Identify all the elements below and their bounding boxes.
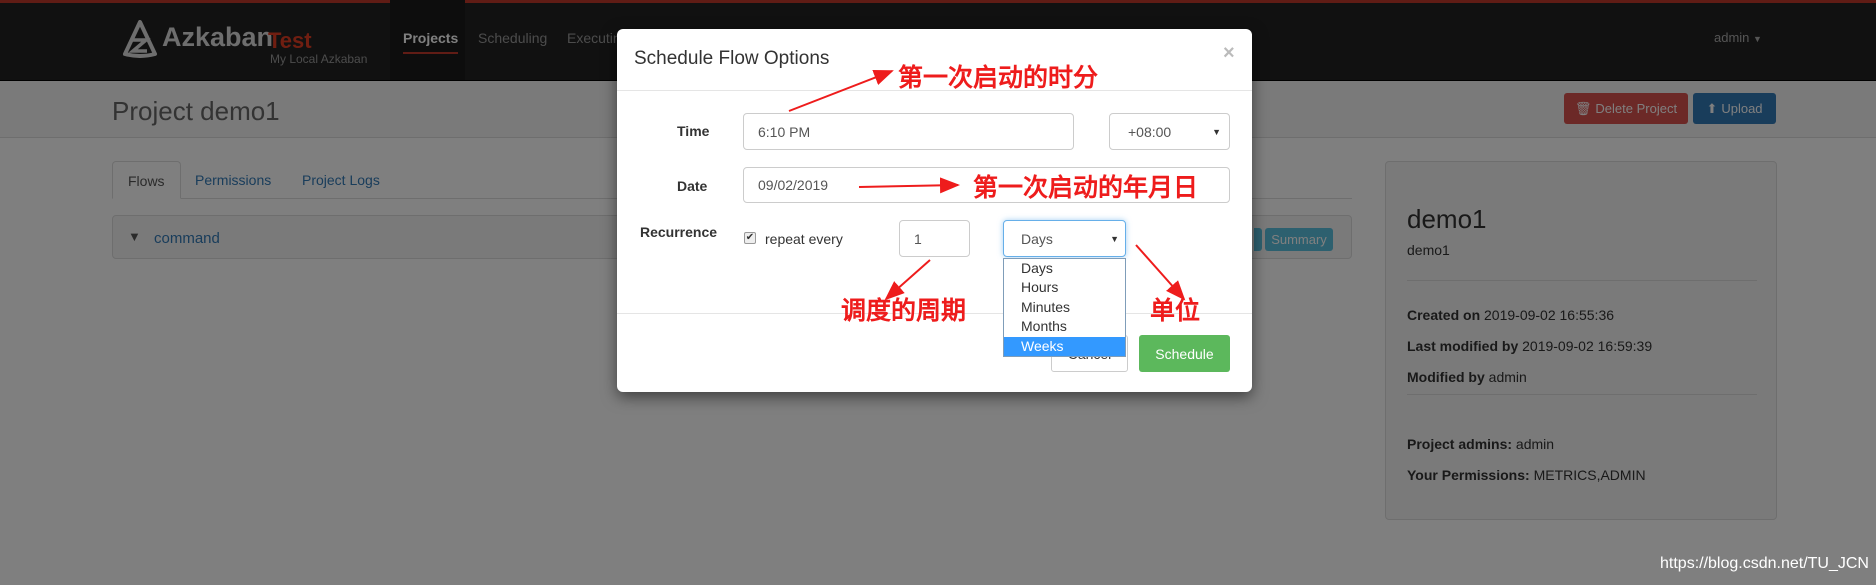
annotation-unit: 单位 bbox=[1150, 296, 1201, 325]
watermark: https://blog.csdn.net/TU_JCN bbox=[1660, 555, 1869, 572]
arrow-date bbox=[858, 177, 960, 194]
annotation-time: 第一次启动的时分 bbox=[898, 63, 1099, 92]
arrow-time bbox=[788, 70, 894, 112]
annotation-period: 调度的周期 bbox=[841, 296, 967, 325]
annotation-date: 第一次启动的年月日 bbox=[973, 173, 1199, 202]
